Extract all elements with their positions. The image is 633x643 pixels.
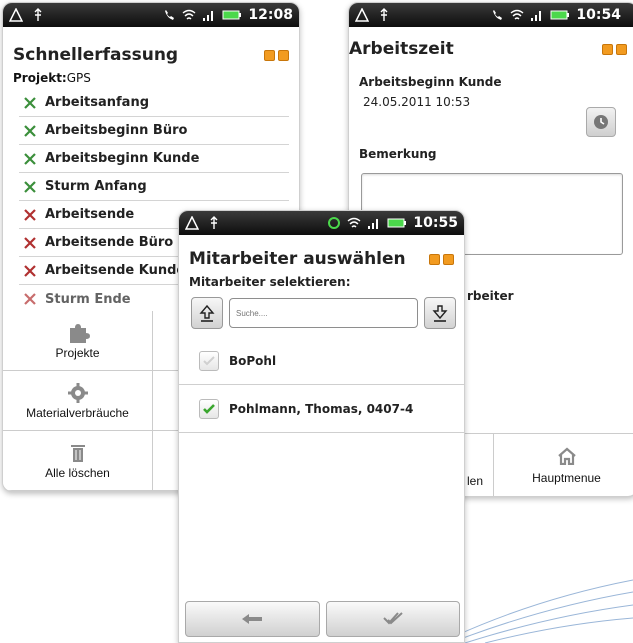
screenshot-stage: 12:08 Schnellerfassung Projekt:GPS Arbei… — [0, 0, 633, 643]
bemerkung-label: Bemerkung — [359, 147, 437, 161]
back-button[interactable] — [185, 601, 320, 637]
phone-mitarbeiter-auswaehlen: 10:55 Mitarbeiter auswählen Mitarbeiter … — [178, 210, 465, 643]
tools-icon — [24, 208, 36, 221]
list-item-label: Arbeitsende Büro — [45, 235, 174, 250]
status-bar: 10:55 — [179, 211, 464, 235]
page-title: Arbeitszeit — [349, 39, 454, 59]
list-item-label: Arbeitsbeginn Büro — [45, 123, 188, 138]
scroll-up-button[interactable] — [191, 297, 223, 329]
tools-icon — [24, 293, 36, 305]
lock-icon[interactable] — [616, 43, 627, 55]
checkbox-checked[interactable] — [199, 398, 219, 419]
menu-item-label: len — [466, 474, 483, 488]
status-clock: 10:54 — [576, 7, 621, 23]
phone-icon — [165, 10, 175, 20]
list-item-label: Sturm Anfang — [45, 179, 147, 194]
link-icon[interactable] — [602, 43, 613, 55]
link-icon[interactable] — [429, 253, 440, 265]
arrow-left-icon — [242, 614, 263, 624]
tools-icon — [24, 236, 36, 249]
employee-name: BoPohl — [229, 353, 277, 368]
tools-icon — [24, 180, 36, 193]
list-item[interactable]: Arbeitsanfang — [19, 89, 289, 117]
list-item[interactable]: Arbeitsbeginn Büro — [19, 117, 289, 145]
bottom-buttons — [185, 601, 460, 637]
list-item[interactable]: Sturm Anfang — [19, 173, 289, 201]
phone-icon — [493, 10, 503, 20]
status-clock: 12:08 — [248, 7, 293, 23]
list-item-label: Arbeitsende — [45, 207, 135, 222]
list-item-label: Arbeitsanfang — [45, 95, 150, 110]
subtitle: Mitarbeiter selektieren: — [189, 275, 351, 289]
home-icon — [557, 447, 576, 465]
link-icon[interactable] — [264, 49, 275, 61]
employee-name: Pohlmann, Thomas, 0407-4 — [229, 401, 414, 416]
arbeitsbeginn-label: Arbeitsbeginn Kunde — [359, 75, 502, 89]
puzzle-icon — [69, 323, 90, 343]
project-label: Projekt: — [13, 71, 67, 85]
signal-icon — [531, 11, 542, 21]
search-input[interactable] — [229, 298, 418, 328]
wifi-icon — [347, 217, 361, 228]
status-bar: 10:54 — [349, 3, 633, 27]
battery-icon — [222, 10, 242, 20]
warning-icon — [355, 8, 369, 22]
project-value: GPS — [66, 71, 91, 85]
wifi-icon — [182, 9, 196, 20]
menu-item-materialverbraeuche[interactable]: Materialverbräuche — [3, 371, 153, 431]
page-title: Schnellerfassung — [13, 45, 179, 65]
menu-item-projekte[interactable]: Projekte — [3, 311, 153, 371]
menu-item-hauptmenue[interactable]: Hauptmenue — [494, 434, 633, 496]
trash-icon — [70, 444, 85, 462]
list-item-label: Arbeitsbeginn Kunde — [45, 151, 200, 166]
checkbox-unchecked[interactable] — [199, 350, 219, 371]
list-item-label: Arbeitsende Kunde — [45, 263, 186, 278]
lock-icon[interactable] — [443, 253, 454, 265]
project-line: Projekt:GPS — [3, 65, 299, 89]
time-picker-button[interactable] — [586, 107, 616, 137]
lock-icon[interactable] — [278, 49, 289, 61]
clock-icon — [594, 115, 608, 129]
tools-icon — [24, 96, 36, 109]
menu-item-label: Alle löschen — [45, 465, 110, 480]
battery-icon — [387, 218, 407, 228]
usb-icon — [380, 8, 388, 21]
page-title: Mitarbeiter auswählen — [189, 249, 406, 269]
check-icon — [203, 355, 215, 365]
arrow-up-icon — [199, 304, 215, 322]
menu-item-label: Hauptmenue — [532, 471, 601, 485]
search-row — [179, 295, 464, 329]
check-icon — [203, 403, 215, 414]
tools-icon — [24, 152, 36, 165]
battery-icon — [550, 10, 570, 20]
list-item[interactable]: Arbeitsbeginn Kunde — [19, 145, 289, 173]
list-item[interactable]: Pohlmann, Thomas, 0407-4 — [179, 385, 464, 433]
double-check-icon — [383, 612, 403, 625]
status-clock: 10:55 — [413, 215, 458, 231]
status-bar: 12:08 — [3, 3, 299, 27]
wifi-icon — [510, 9, 524, 20]
signal-icon — [203, 11, 214, 21]
warning-icon — [9, 8, 23, 22]
gear-icon — [67, 382, 88, 403]
confirm-button[interactable] — [325, 601, 460, 637]
menu-item-label: Materialverbräuche — [26, 405, 129, 420]
menu-item-alle-loeschen[interactable]: Alle löschen — [3, 431, 153, 491]
scroll-down-button[interactable] — [424, 297, 456, 329]
decorative-curves — [440, 579, 633, 643]
signal-icon — [368, 219, 379, 229]
list-item[interactable]: BoPohl — [179, 337, 464, 385]
tools-icon — [24, 124, 36, 137]
arrow-down-icon — [432, 305, 448, 322]
usb-icon — [210, 216, 218, 229]
mitarbeiter-label-partial: rbeiter — [467, 289, 514, 303]
warning-icon — [185, 216, 199, 230]
tools-icon — [24, 264, 36, 277]
usb-icon — [34, 8, 42, 21]
employee-list: BoPohl Pohlmann, Thomas, 0407-4 — [179, 337, 464, 433]
menu-item-label: Projekte — [55, 345, 100, 360]
sync-icon — [328, 217, 341, 229]
list-item-label: Sturm Ende — [45, 291, 131, 307]
